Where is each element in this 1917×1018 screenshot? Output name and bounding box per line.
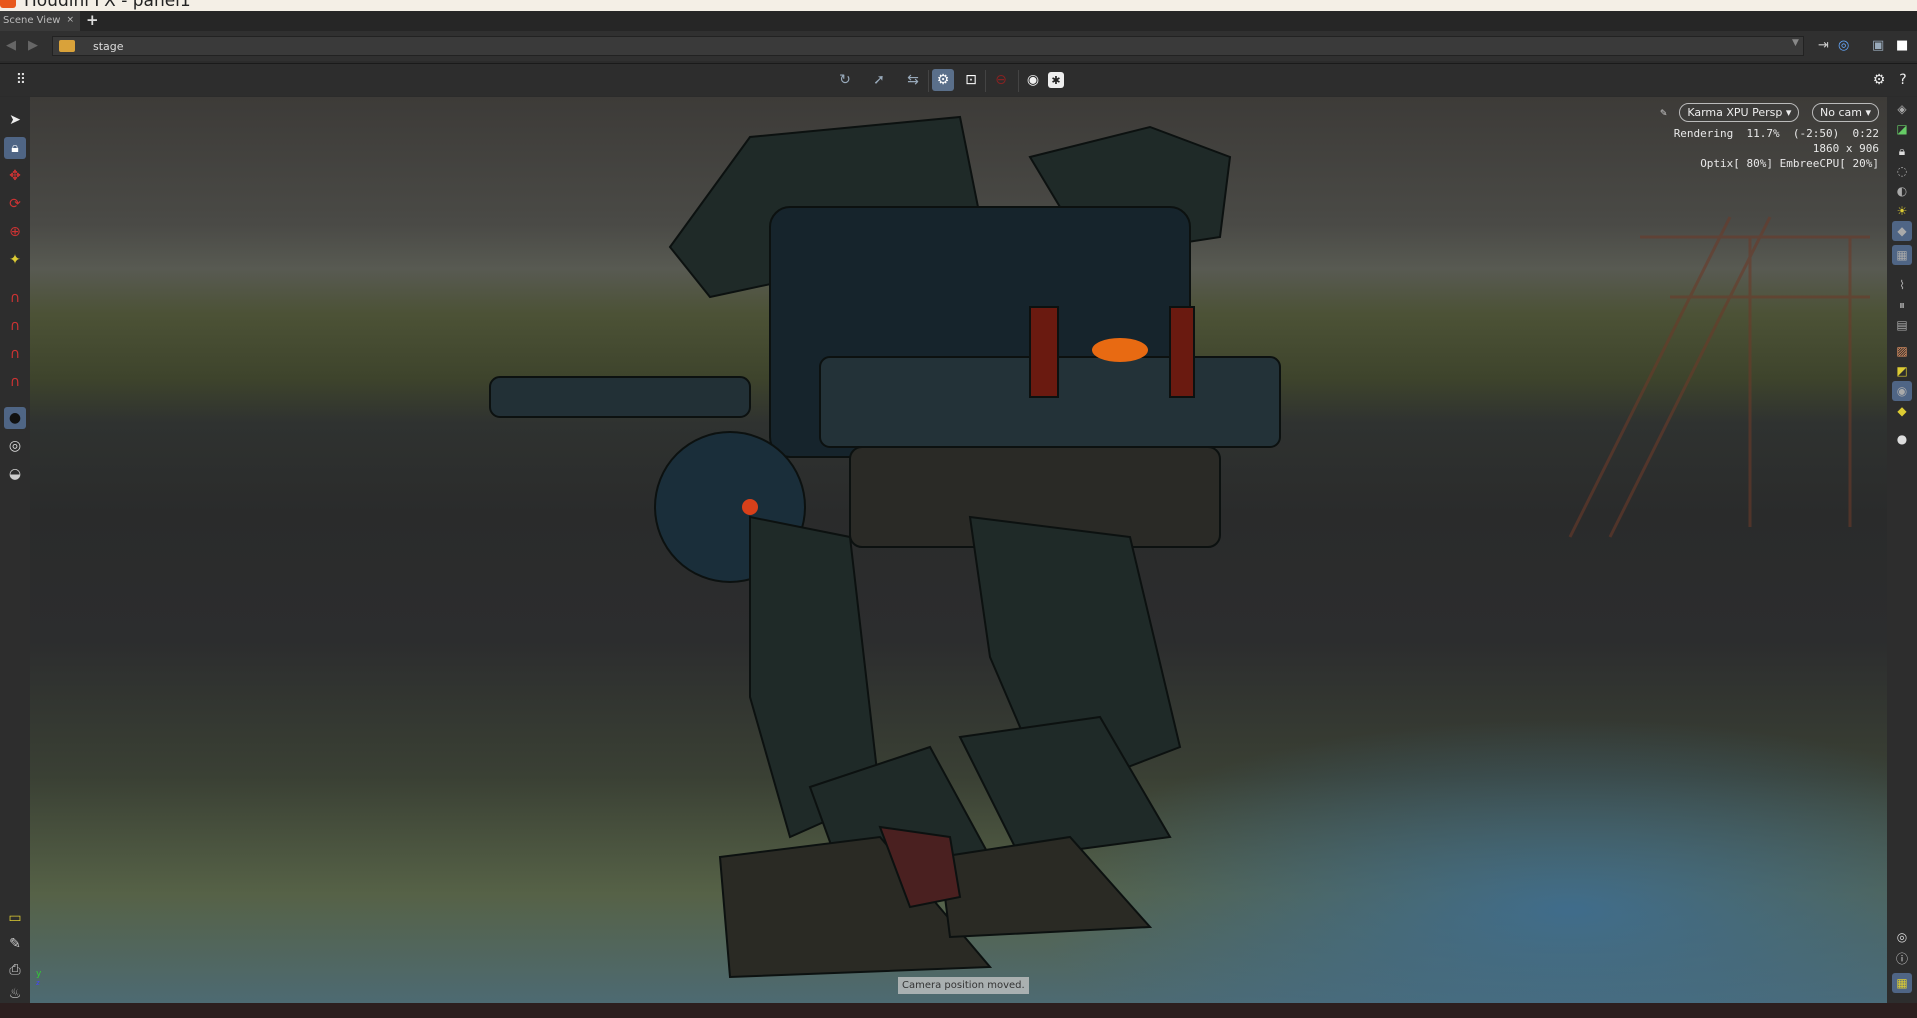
brush-icon[interactable]: ♨ <box>4 983 26 1005</box>
add-tab-button[interactable]: + <box>86 11 99 29</box>
scene-viewport[interactable]: ✎ Karma XPU Persp ▾ No cam ▾ Rendering 1… <box>30 97 1887 1003</box>
select-arrow-icon[interactable]: ➤ <box>4 109 26 131</box>
os-taskbar <box>0 1003 1917 1018</box>
printer-icon[interactable]: ⎙ <box>4 959 26 981</box>
forward-arrow-icon[interactable]: ▶ <box>28 38 38 53</box>
back-arrow-icon[interactable]: ◀ <box>6 38 16 53</box>
snap-magnet-icon[interactable]: ∩ <box>4 371 26 393</box>
renderer-label: Karma XPU Persp <box>1687 106 1783 119</box>
tab-label: Scene View <box>3 15 61 26</box>
eye-icon[interactable]: ◎ <box>1892 927 1912 947</box>
help-icon[interactable]: ? <box>1892 69 1914 91</box>
robot-render <box>489 115 1870 979</box>
link-icon[interactable]: ◎ <box>1838 38 1849 53</box>
right-display-shelf: ◈ ◪ 🔒︎ ◌ ◐ ☀ ◆ ▦ ⌇ ⏸ ▤ ▨ ◩ ◉ ◆ ● ◎ ⓘ ▦ <box>1887 97 1917 1003</box>
axis-y-label: y <box>36 969 42 979</box>
render-region-icon[interactable]: ◎ <box>4 435 26 457</box>
render-status: Rendering 11.7% (-2:50) 0:22 <box>1673 127 1879 140</box>
houdini-logo-icon <box>0 0 16 8</box>
snap-grid-icon[interactable]: ∩ <box>4 287 26 309</box>
ruler-icon[interactable]: ▭ <box>4 907 26 929</box>
visibility-icon[interactable]: ◈ <box>1892 99 1912 119</box>
pause-icon[interactable]: ⏸ <box>1892 295 1912 315</box>
wire-icon[interactable]: ◩ <box>1892 361 1912 381</box>
maximize-icon[interactable]: ■ <box>1896 38 1908 53</box>
transform-icon[interactable]: ✥ <box>4 165 26 187</box>
zoom-region-icon[interactable]: ⊡ <box>960 69 982 91</box>
snap-point-icon[interactable]: ∩ <box>4 343 26 365</box>
viewer-toolbar: ⠿ ↻ ➚ ⇆ ⚙ ⊡ ⊖ ◉ ✱ ⚙ ? <box>0 63 1917 96</box>
axis-gizmo: y z <box>36 969 41 987</box>
status-toast: Camera position moved. <box>898 977 1029 994</box>
desktop-icon[interactable]: ▣ <box>1872 38 1884 53</box>
display-options-grid-icon[interactable]: ⠿ <box>10 69 32 91</box>
path-dropdown-icon[interactable]: ▼ <box>1792 38 1799 48</box>
handle-icon[interactable]: ✦ <box>4 249 26 271</box>
path-value: stage <box>93 40 124 53</box>
render-devices: Optix[ 80%] EmbreeCPU[ 20%] <box>1700 157 1879 170</box>
paint-icon[interactable]: ✎ <box>4 933 26 955</box>
path-field[interactable]: stage <box>52 36 1804 56</box>
texture-icon[interactable]: ▨ <box>1892 341 1912 361</box>
scaffold-tower <box>1568 216 1870 538</box>
tab-scene-view[interactable]: Scene View × <box>0 11 80 31</box>
disabled-stop-icon[interactable]: ⊖ <box>990 69 1012 91</box>
separator <box>928 70 929 92</box>
pencil-icon[interactable]: ✎ <box>1660 106 1667 119</box>
rotate-icon[interactable]: ⟳ <box>4 193 26 215</box>
separator <box>1018 70 1019 92</box>
camera-dropdown[interactable]: No cam ▾ <box>1812 103 1879 122</box>
lock-icon[interactable]: 🔒︎ <box>1892 141 1912 161</box>
geometry-icon[interactable]: ◪ <box>1892 119 1912 139</box>
axis-z-label: z <box>36 979 40 987</box>
robot-mech <box>489 115 1281 979</box>
render-hud: ✎ Karma XPU Persp ▾ No cam ▾ Rendering 1… <box>1660 103 1879 171</box>
render-resolution: 1860 x 906 <box>1812 142 1879 155</box>
display-icon[interactable]: ◆ <box>1892 401 1912 421</box>
camera-label: No cam <box>1820 106 1862 119</box>
background-icon[interactable]: ▦ <box>1892 245 1912 265</box>
scale-icon[interactable]: ⊕ <box>4 221 26 243</box>
dolly-tool-icon[interactable]: ⇆ <box>902 69 924 91</box>
snap-curve-icon[interactable]: ∩ <box>4 315 26 337</box>
title-bar: Houdini FX - panel1 <box>0 0 1917 11</box>
tumble-tool-icon[interactable]: ↻ <box>834 69 856 91</box>
path-bar: ◀ ▶ stage ▼ ⇥ ◎ ▣ ■ <box>0 31 1917 61</box>
light-icon[interactable]: ☀ <box>1892 201 1912 221</box>
render-settings-icon[interactable]: ✱ <box>1048 72 1064 88</box>
tab-bar: Scene View × + <box>0 11 1917 31</box>
renderer-dropdown[interactable]: Karma XPU Persp ▾ <box>1679 103 1800 122</box>
shading-icon[interactable]: ◐ <box>1892 181 1912 201</box>
camera-tool-icon[interactable]: ⚙ <box>932 69 954 91</box>
pin-icon[interactable]: ⇥ <box>1818 38 1829 53</box>
pan-tool-icon[interactable]: ➚ <box>868 69 890 91</box>
separator <box>985 70 986 92</box>
stage-icon <box>59 40 75 52</box>
layers-icon[interactable]: ▤ <box>1892 315 1912 335</box>
snapshot-camera-icon[interactable]: ◉ <box>1022 69 1044 91</box>
info-icon[interactable]: ⓘ <box>1892 949 1912 969</box>
camera-icon[interactable]: ● <box>4 407 26 429</box>
window-title: Houdini FX - panel1 <box>24 0 191 11</box>
sphere-icon[interactable]: ● <box>1892 429 1912 449</box>
lock-icon[interactable]: 🔒︎ <box>4 137 26 159</box>
viewport-layout-icon[interactable]: ▦ <box>1892 973 1912 993</box>
ghost-icon[interactable]: ◌ <box>1892 161 1912 181</box>
camera-view-icon[interactable]: ◉ <box>1892 381 1912 401</box>
left-tool-shelf: ➤ 🔒︎ ✥ ⟳ ⊕ ✦ ∩ ∩ ∩ ∩ ● ◎ ◒ ▭ ✎ ⎙ ♨ <box>0 97 30 1003</box>
light-icon[interactable]: ◒ <box>4 463 26 485</box>
marker-icon[interactable]: ◆ <box>1892 221 1912 241</box>
guide-icon[interactable]: ⌇ <box>1892 275 1912 295</box>
close-tab-icon[interactable]: × <box>66 15 74 25</box>
gear-icon[interactable]: ⚙ <box>1868 69 1890 91</box>
